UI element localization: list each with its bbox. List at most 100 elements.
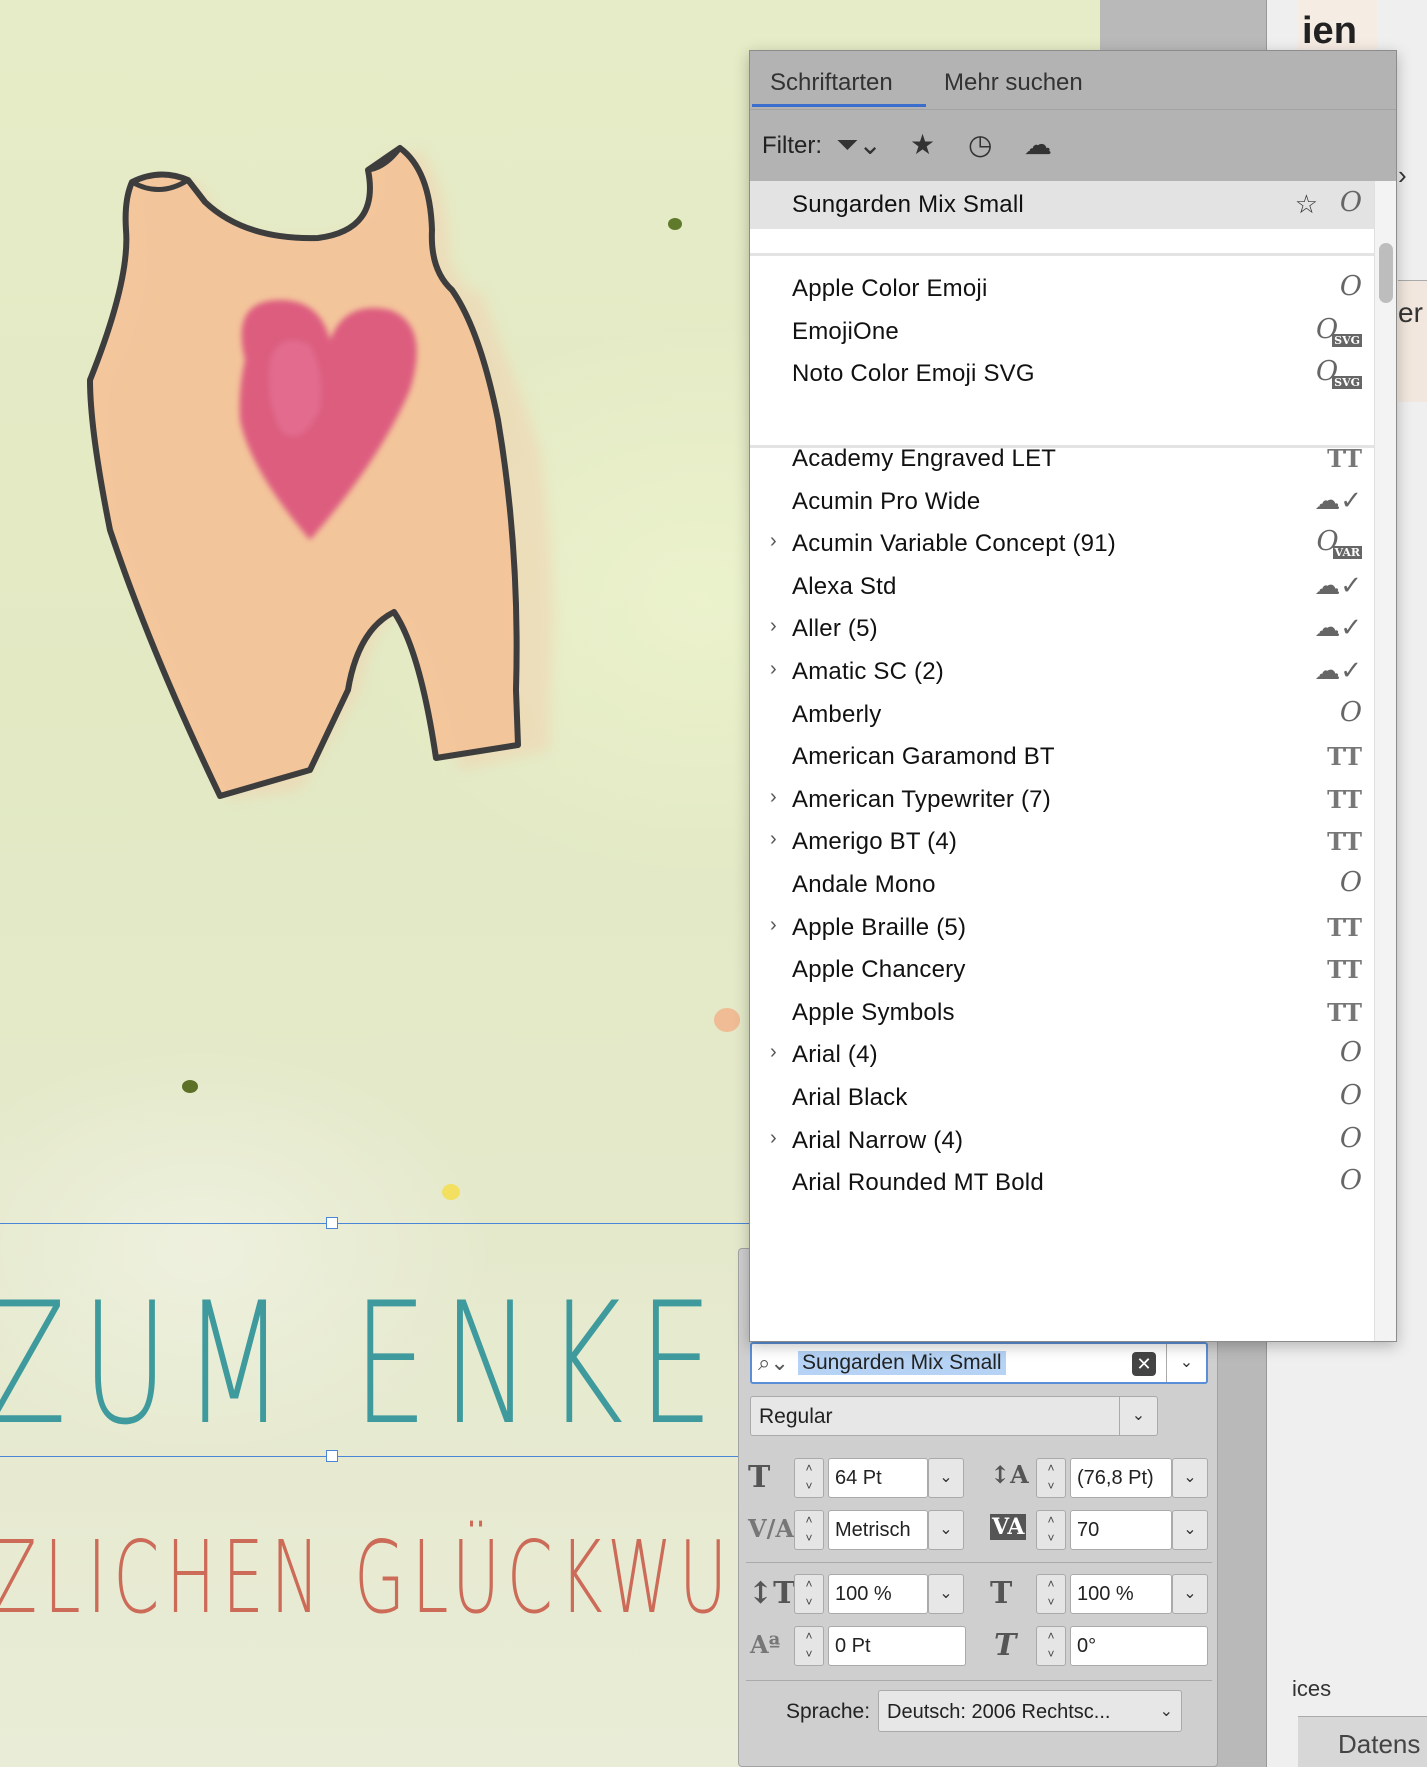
tab-schriftarten[interactable]: Schriftarten [770, 69, 893, 97]
font-list-item[interactable]: Alexa Std ☁✓ [750, 563, 1376, 611]
font-list-item[interactable]: › Aller (5) ☁✓ [750, 605, 1376, 653]
romper-illustration [87, 145, 554, 800]
font-list-item[interactable]: Apple Chancery TT [750, 946, 1376, 994]
font-list-item[interactable]: › Amatic SC (2) ☁✓ [750, 648, 1376, 696]
truetype-icon: TT [1327, 784, 1362, 814]
expand-chevron-icon[interactable]: › [770, 1127, 777, 1150]
leading-stepper[interactable]: ˄ ˅ [1036, 1458, 1066, 1498]
font-list-item[interactable]: Acumin Pro Wide ☁✓ [750, 478, 1376, 526]
clear-search-icon[interactable]: ✕ [1132, 1352, 1156, 1376]
expand-chevron-icon[interactable]: › [770, 828, 777, 851]
opentype-svg-icon: OSVG [1315, 356, 1362, 390]
font-list-item-current[interactable]: Sungarden Mix Small ☆ O [750, 181, 1376, 229]
green-dot [182, 1080, 198, 1093]
leading-dropdown[interactable]: ⌄ [1172, 1458, 1208, 1498]
filter-funnel-icon[interactable]: ⏷⌄ [836, 128, 882, 162]
search-icon[interactable]: ⌕⌄ [758, 1350, 789, 1376]
font-name: EmojiOne [792, 317, 899, 345]
opentype-icon: O [1339, 271, 1362, 302]
font-list-item[interactable]: › Apple Braille (5) TT [750, 904, 1376, 952]
font-name: Acumin Pro Wide [792, 487, 981, 515]
font-list-item[interactable]: Arial Rounded MT Bold O [750, 1159, 1376, 1207]
opentype-icon: O [1339, 1037, 1362, 1069]
kerning-dropdown[interactable]: ⌄ [928, 1510, 964, 1550]
font-list-scrollbar[interactable] [1374, 181, 1396, 1341]
data-merge-tab[interactable]: Datens [1298, 1716, 1427, 1767]
opentype-icon: O [1339, 1122, 1362, 1154]
favorites-star-icon[interactable]: ★ [910, 128, 935, 161]
tracking-stepper[interactable]: ˄ ˅ [1036, 1510, 1066, 1550]
yellow-dot [442, 1184, 460, 1200]
font-search-input[interactable]: ⌕⌄ Sungarden Mix Small ✕ ⌄ [750, 1342, 1208, 1384]
scrollbar-thumb[interactable] [1379, 243, 1393, 303]
font-name: Amerigo BT (4) [792, 828, 958, 856]
font-name: Apple Chancery [792, 956, 966, 984]
kerning-stepper[interactable]: ˄ ˅ [794, 1510, 824, 1550]
font-name: Andale Mono [792, 871, 936, 898]
chevron-down-icon[interactable]: ⌄ [1160, 1701, 1173, 1721]
skew-field[interactable]: 0° [1070, 1626, 1208, 1666]
font-list-item[interactable]: American Garamond BT TT [750, 733, 1376, 781]
font-list-item[interactable]: › Arial (4) O [750, 1031, 1376, 1079]
recent-clock-icon[interactable]: ◷ [968, 128, 992, 161]
font-list[interactable]: Sungarden Mix Small ☆ O Apple Color Emoj… [750, 181, 1376, 1341]
font-name: American Garamond BT [792, 743, 1055, 771]
subline-text[interactable]: ZLICHEN GLÜCKWUNS [0, 1528, 838, 1628]
chevron-down-icon[interactable]: ⌄ [1119, 1397, 1157, 1435]
font-search-value[interactable]: Sungarden Mix Small [798, 1351, 1006, 1375]
favorite-star-icon[interactable]: ☆ [1295, 189, 1318, 220]
expand-chevron-icon[interactable]: › [770, 658, 777, 681]
font-list-item[interactable]: Apple Symbols TT [750, 989, 1376, 1037]
font-list-item[interactable]: Amberly O [750, 691, 1376, 739]
font-list-item[interactable]: › Amerigo BT (4) TT [750, 818, 1376, 866]
horizontal-scale-field[interactable]: 100 % [1070, 1574, 1172, 1614]
baseline-shift-field[interactable]: 0 Pt [828, 1626, 966, 1666]
font-list-item[interactable]: Academy Engraved LET TT [750, 435, 1376, 483]
font-name: Amberly [792, 700, 882, 728]
font-style-select[interactable]: Regular ⌄ [750, 1396, 1158, 1436]
opentype-svg-icon: OSVG [1315, 313, 1362, 347]
horizontal-scale-stepper[interactable]: ˄ ˅ [1036, 1574, 1066, 1614]
kerning-field[interactable]: Metrisch [828, 1510, 928, 1550]
font-name: Arial Rounded MT Bold [792, 1169, 1044, 1197]
peach-dot [714, 1008, 740, 1032]
font-size-field[interactable]: 64 Pt [828, 1458, 928, 1498]
font-list-item[interactable]: Noto Color Emoji SVG OSVG [750, 350, 1376, 398]
font-list-item[interactable]: › Acumin Variable Concept (91) OVAR [750, 520, 1376, 568]
skew-stepper[interactable]: ˄ ˅ [1036, 1626, 1066, 1666]
font-list-item[interactable]: › American Typewriter (7) TT [750, 776, 1376, 824]
font-list-item[interactable]: Andale Mono O [750, 861, 1376, 909]
tab-mehr-suchen[interactable]: Mehr suchen [944, 69, 1083, 97]
opentype-variable-icon: OVAR [1316, 526, 1362, 560]
skew-icon: T [994, 1628, 1017, 1663]
baseline-shift-stepper[interactable]: ˄ ˅ [794, 1626, 824, 1666]
font-size-dropdown[interactable]: ⌄ [928, 1458, 964, 1498]
chevron-right-icon[interactable]: › [1398, 160, 1407, 191]
baseline-shift-icon: Aª [750, 1630, 781, 1659]
leading-field[interactable]: (76,8 Pt) [1070, 1458, 1172, 1498]
tracking-dropdown[interactable]: ⌄ [1172, 1510, 1208, 1550]
font-list-item[interactable]: Apple Color Emoji O [750, 265, 1376, 313]
font-list-item[interactable]: › Arial Narrow (4) O [750, 1117, 1376, 1165]
font-list-item[interactable]: EmojiOne OSVG [750, 308, 1376, 356]
tracking-field[interactable]: 70 [1070, 1510, 1172, 1550]
vertical-scale-field[interactable]: 100 % [828, 1574, 928, 1614]
expand-chevron-icon[interactable]: › [770, 786, 777, 809]
vertical-scale-stepper[interactable]: ˄ ˅ [794, 1574, 824, 1614]
leading-icon: ↕A [990, 1460, 1029, 1489]
expand-chevron-icon[interactable]: › [770, 1041, 777, 1064]
language-select[interactable]: Deutsch: 2006 Rechtsc... ⌄ [878, 1690, 1182, 1732]
font-size-stepper[interactable]: ˄ ˅ [794, 1458, 824, 1498]
text-frame-handle-top[interactable] [326, 1217, 338, 1229]
headline-text[interactable]: ZUM ENKEL [0, 1280, 809, 1448]
expand-chevron-icon[interactable]: › [770, 530, 777, 553]
font-list-item[interactable]: Arial Black O [750, 1074, 1376, 1122]
expand-chevron-icon[interactable]: › [770, 914, 777, 937]
font-name: Apple Color Emoji [792, 275, 988, 302]
font-name: Amatic SC (2) [792, 658, 944, 685]
expand-chevron-icon[interactable]: › [770, 615, 777, 638]
vertical-scale-dropdown[interactable]: ⌄ [928, 1574, 964, 1614]
horizontal-scale-dropdown[interactable]: ⌄ [1172, 1574, 1208, 1614]
chevron-down-icon[interactable]: ⌄ [1166, 1344, 1206, 1382]
cloud-activated-filter-icon[interactable]: ☁ [1024, 128, 1052, 161]
